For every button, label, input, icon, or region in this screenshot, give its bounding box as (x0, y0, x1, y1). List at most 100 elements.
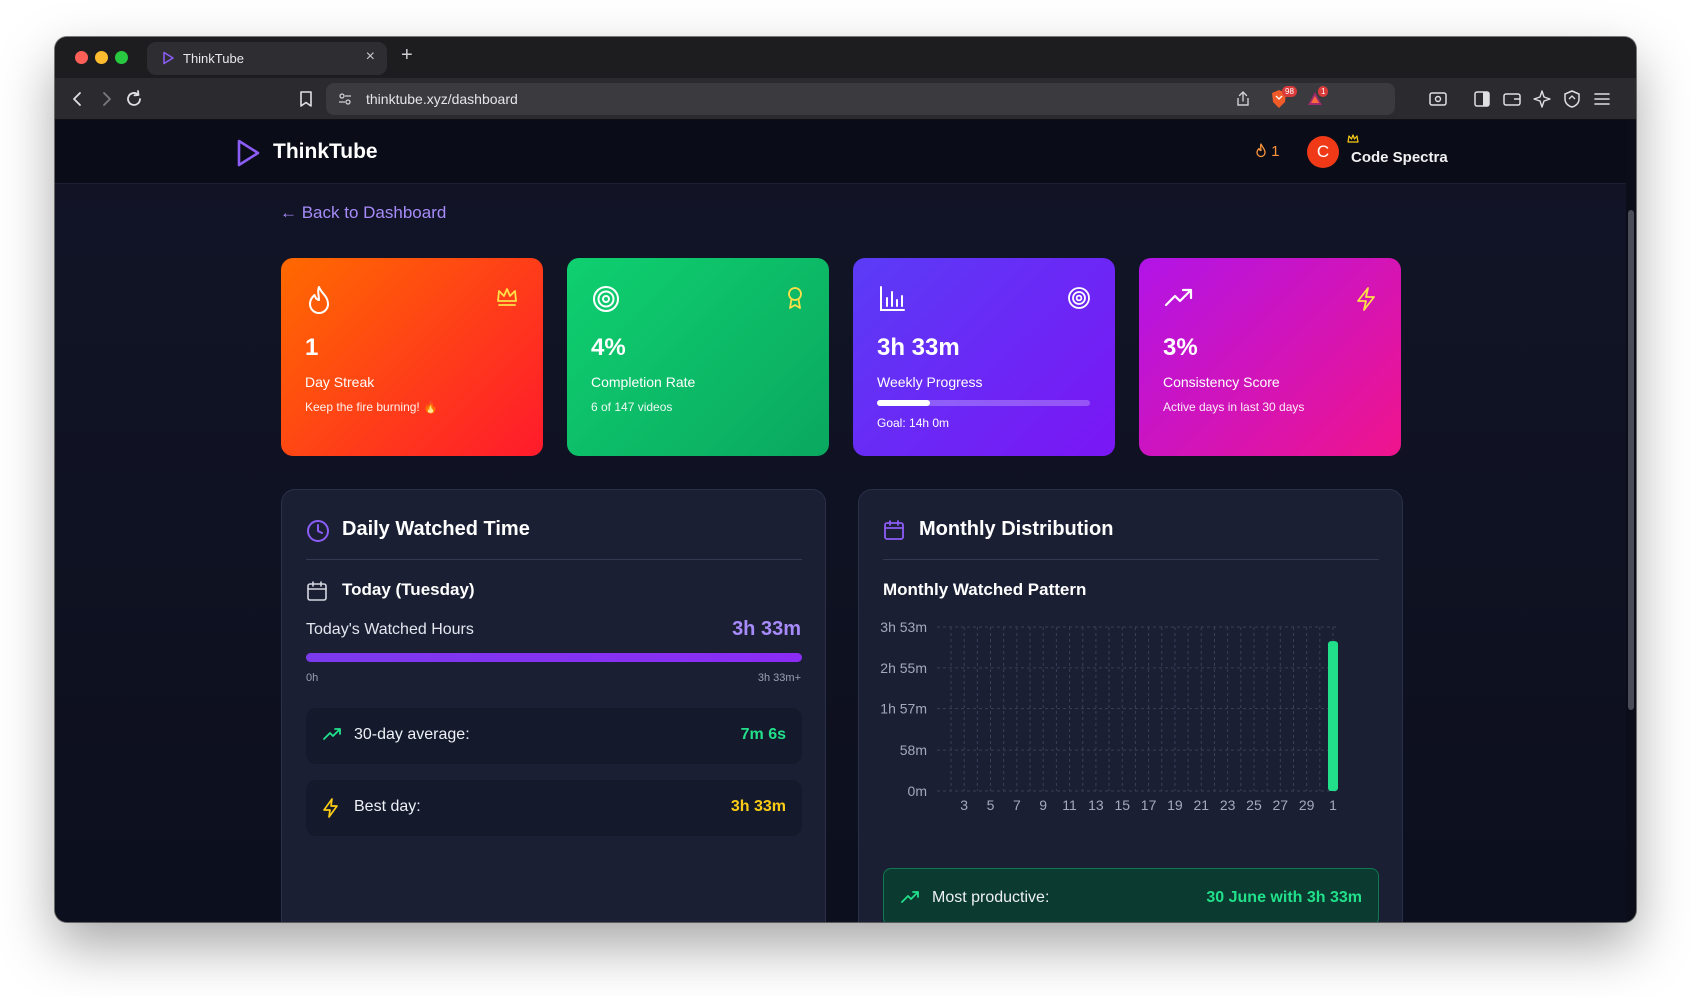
page-scrollbar[interactable] (1626, 120, 1636, 922)
watched-hours-value: 3h 33m (732, 618, 801, 640)
crown-icon (1347, 134, 1359, 143)
consistency-score-label: Consistency Score (1163, 374, 1280, 390)
x-tick-label: 29 (1299, 797, 1315, 810)
weekly-progress-fill (877, 400, 931, 406)
most-productive-value: 30 June with 3h 33m (1206, 889, 1362, 906)
watched-bar-max: 3h 33m+ (757, 672, 801, 684)
x-tick-label: 13 (1088, 797, 1104, 810)
weekly-progress-label: Weekly Progress (877, 374, 983, 390)
best-day-value: 3h 33m (730, 798, 786, 815)
calendar-icon (307, 581, 327, 601)
reader-mode-icon[interactable] (1427, 88, 1449, 110)
watched-hours-label: Today's Watched Hours (306, 621, 474, 638)
consistency-score-sub: Active days in last 30 days (1163, 400, 1305, 414)
scroll-thumb[interactable] (1628, 210, 1634, 710)
avatar[interactable]: C (1307, 136, 1339, 168)
completion-rate-card: 4% Completion Rate 6 of 147 videos (567, 258, 829, 456)
browser-toolbar: thinktube.xyz/dashboard 98 1 (55, 78, 1636, 120)
bar-chart-icon (880, 286, 905, 311)
x-tick-label: 9 (1039, 797, 1047, 810)
today-title: Today (Tuesday) (342, 580, 475, 599)
vpn-shield-icon[interactable] (1561, 88, 1583, 110)
menu-icon[interactable] (1591, 88, 1613, 110)
lightning-icon (323, 798, 338, 818)
minimize-window-button[interactable] (95, 51, 108, 64)
y-tick-label: 3h 53m (880, 619, 927, 635)
flame-icon (309, 286, 329, 314)
day-streak-sub: Keep the fire burning! 🔥 (305, 400, 439, 414)
consistency-score-card: 3% Consistency Score Active days in last… (1139, 258, 1401, 456)
user-name[interactable]: Code Spectra (1351, 149, 1448, 166)
leo-ai-icon[interactable] (1531, 88, 1553, 110)
calendar-icon (884, 520, 904, 540)
panel-title: Daily Watched Time (342, 518, 530, 540)
back-to-dashboard-link[interactable]: ← Back to Dashboard (280, 203, 446, 223)
y-tick-label: 0m (908, 783, 927, 799)
url-text: thinktube.xyz/dashboard (366, 91, 518, 107)
watched-hours-fill (306, 653, 802, 662)
most-productive-box: Most productive: 30 June with 3h 33m (883, 868, 1379, 922)
divider (306, 559, 802, 560)
completion-rate-value: 4% (591, 334, 626, 361)
daily-watched-time-panel: Daily Watched Time Today (Tuesday) Today… (281, 489, 826, 922)
y-tick-label: 2h 55m (880, 660, 927, 676)
completion-rate-sub: 6 of 147 videos (591, 400, 673, 414)
trending-up-icon (1164, 288, 1193, 307)
maximize-window-button[interactable] (115, 51, 128, 64)
weekly-goal: Goal: 14h 0m (877, 416, 950, 430)
x-tick-label: 11 (1062, 797, 1077, 810)
average-row: 30-day average: 7m 6s (306, 708, 802, 764)
page-content: ThinkTube 1 C Code Spectra ← Back to Das… (55, 120, 1626, 922)
site-settings-icon[interactable] (338, 92, 352, 106)
x-tick-label: 3 (960, 797, 968, 810)
consistency-score-value: 3% (1163, 334, 1198, 361)
tab-title: ThinkTube (183, 51, 244, 66)
panel-title: Monthly Distribution (919, 518, 1114, 540)
x-tick-label: 25 (1246, 797, 1262, 810)
streak-count: 1 (1271, 143, 1280, 160)
address-bar[interactable]: thinktube.xyz/dashboard 98 1 (326, 83, 1395, 115)
x-tick-label: 17 (1141, 797, 1157, 810)
logo-text[interactable]: ThinkTube (273, 140, 378, 164)
chart-title: Monthly Watched Pattern (883, 580, 1087, 599)
y-tick-label: 1h 57m (880, 701, 927, 717)
tab-thinktube[interactable]: ThinkTube × (147, 42, 387, 75)
x-tick-label: 7 (1013, 797, 1021, 810)
play-logo-icon[interactable] (235, 138, 261, 168)
monthly-bar-chart: 0m 58m 1h 57m 2h 55m 3h 53m 3 5 7 9 11 13 15 17 19 21 2… (880, 619, 1339, 810)
bar-day-1 (1328, 641, 1338, 791)
share-icon[interactable] (1234, 90, 1252, 108)
bookmark-icon[interactable] (295, 88, 317, 110)
average-label: 30-day average: (354, 726, 470, 743)
watched-bar-min: 0h (306, 672, 319, 684)
day-streak-card: 1 Day Streak Keep the fire burning! 🔥 (281, 258, 543, 456)
award-icon (788, 287, 802, 309)
divider (883, 559, 1379, 560)
x-tick-label: 15 (1114, 797, 1130, 810)
day-streak-value: 1 (305, 334, 319, 361)
x-tick-label: 1 (1329, 797, 1337, 810)
crown-icon (497, 288, 517, 306)
reload-icon[interactable] (123, 88, 145, 110)
x-tick-label: 5 (987, 797, 995, 810)
new-tab-button[interactable]: + (401, 44, 413, 67)
sidebar-toggle-icon[interactable] (1471, 88, 1493, 110)
completion-rate-label: Completion Rate (591, 374, 696, 390)
weekly-progress-value: 3h 33m (877, 334, 960, 361)
close-window-button[interactable] (75, 51, 88, 64)
clock-icon (307, 520, 329, 542)
forward-arrow-icon[interactable] (95, 88, 117, 110)
back-arrow-icon[interactable] (67, 88, 89, 110)
wallet-icon[interactable] (1501, 88, 1523, 110)
x-tick-label: 19 (1167, 797, 1183, 810)
tab-close-icon[interactable]: × (366, 48, 375, 66)
day-streak-label: Day Streak (305, 374, 375, 390)
average-value: 7m 6s (740, 726, 786, 743)
weekly-progress-bar (877, 400, 1090, 406)
streak-indicator[interactable]: 1 (1255, 143, 1280, 160)
play-logo-icon (163, 51, 174, 65)
rewards-badge: 1 (1318, 86, 1329, 97)
most-productive-label: Most productive: (932, 889, 1050, 906)
x-tick-label: 27 (1273, 797, 1289, 810)
brave-badge: 98 (1282, 86, 1297, 97)
